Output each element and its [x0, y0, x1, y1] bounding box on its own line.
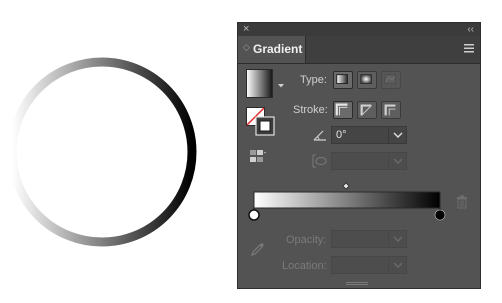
chevron-down-icon [393, 158, 403, 164]
eyedropper-icon [251, 243, 264, 256]
color-stop-black[interactable] [434, 208, 446, 221]
freeform-gradient-icon [384, 74, 396, 84]
gradient-panel: × ‹‹ ◇ Gradient Type: Stroke: 0° Opacity… [237, 22, 481, 289]
gradient-ring[interactable] [7, 57, 197, 247]
panel-tabbar: ◇ Gradient [238, 36, 480, 64]
resize-grip-icon[interactable] [346, 282, 368, 286]
stroke-across-button[interactable] [381, 101, 401, 119]
stroke-along-button[interactable] [357, 101, 377, 119]
collapse-icon[interactable]: ‹‹ [467, 23, 474, 36]
angle-dropdown[interactable] [388, 127, 406, 143]
linear-gradient-button[interactable] [333, 71, 353, 89]
tab-gradient-label: Gradient [253, 42, 303, 56]
swatch-dropdown-icon[interactable] [277, 83, 285, 89]
angle-input[interactable]: 0° [331, 126, 407, 144]
midpoint-diamond[interactable] [342, 182, 350, 190]
trash-icon [457, 195, 467, 209]
location-label: Location: [282, 260, 327, 272]
radial-gradient-button[interactable] [357, 71, 377, 89]
opacity-dropdown [388, 231, 406, 247]
type-label: Type: [300, 74, 327, 86]
artboard-canvas [7, 57, 197, 247]
gradient-ramp[interactable] [253, 191, 441, 209]
angle-icon [313, 130, 326, 141]
freeform-gradient-button [381, 71, 401, 89]
stroke-within-button[interactable] [333, 101, 353, 119]
aspect-ratio-icon [312, 154, 327, 168]
chevron-down-icon [393, 236, 403, 242]
panel-titlebar: × ‹‹ [238, 23, 480, 36]
location-dropdown [388, 257, 406, 273]
stroke-label: Stroke: [293, 104, 328, 116]
gradient-swatch[interactable] [246, 69, 276, 101]
aspect-ratio-input [331, 152, 407, 170]
chevron-down-icon [393, 262, 403, 268]
gradient-slider[interactable] [248, 181, 452, 225]
aspect-ratio-dropdown [388, 153, 406, 169]
tab-gradient[interactable]: ◇ Gradient [238, 36, 306, 63]
color-stop-white[interactable] [248, 208, 260, 221]
fill-stroke-swatch[interactable] [246, 107, 276, 137]
panel-menu-icon[interactable] [462, 41, 476, 55]
angle-value: 0° [336, 129, 347, 141]
stroke-along-icon [360, 104, 372, 116]
chevron-down-icon [393, 132, 403, 138]
gradient-options-icon[interactable] [249, 149, 267, 163]
stroke-within-icon [335, 103, 348, 116]
close-icon[interactable]: × [243, 23, 249, 36]
stroke-across-icon [384, 104, 396, 116]
location-input [331, 256, 407, 274]
radial-gradient-icon [360, 74, 372, 84]
opacity-label: Opacity: [286, 234, 327, 246]
tab-grip-icon: ◇ [243, 42, 250, 52]
opacity-input [331, 230, 407, 248]
linear-gradient-icon [336, 74, 348, 84]
